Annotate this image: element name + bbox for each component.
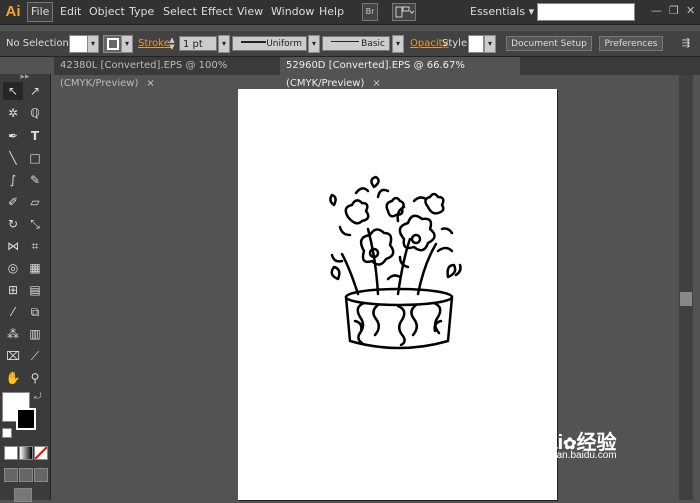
stroke-dropdown-icon[interactable]: ▾ bbox=[121, 35, 133, 53]
rectangle-tool-icon[interactable]: □ bbox=[25, 149, 45, 167]
fill-color-swatch[interactable] bbox=[69, 35, 89, 53]
line-tool-icon[interactable]: ╲ bbox=[3, 149, 23, 167]
eraser-tool-icon[interactable]: ▱ bbox=[25, 193, 45, 211]
blend-tool-icon[interactable]: ⧉ bbox=[25, 303, 45, 321]
none-mode-icon[interactable] bbox=[34, 446, 48, 460]
stroke-color-swatch[interactable] bbox=[103, 35, 123, 53]
document-tab-bar: 42380L [Converted].EPS @ 100% (CMYK/Prev… bbox=[54, 57, 700, 89]
stroke-weight-dropdown-icon[interactable]: ▾ bbox=[218, 35, 230, 53]
draw-inside-icon[interactable] bbox=[34, 468, 48, 482]
workspace-switcher[interactable]: Essentials ▾ bbox=[470, 0, 534, 24]
vertical-scrollbar[interactable] bbox=[679, 75, 693, 500]
paintbrush-tool-icon[interactable]: ∫ bbox=[3, 171, 23, 189]
swap-fill-stroke-icon[interactable]: ⤾ bbox=[34, 392, 42, 402]
close-icon[interactable]: × bbox=[146, 78, 154, 89]
document-setup-button[interactable]: Document Setup bbox=[506, 36, 592, 51]
menu-effect[interactable]: Effect bbox=[201, 0, 233, 24]
style-swatch[interactable] bbox=[468, 35, 484, 53]
stroke-weight-field[interactable]: 1 pt bbox=[179, 36, 217, 51]
menu-view[interactable]: View bbox=[237, 0, 263, 24]
color-mode-icon[interactable] bbox=[4, 446, 18, 460]
artboard-tool-icon[interactable]: ⌧ bbox=[3, 347, 23, 365]
direct-selection-tool-icon[interactable]: ↗ bbox=[25, 82, 45, 100]
menu-select[interactable]: Select bbox=[163, 0, 197, 24]
slice-tool-icon[interactable]: ⟋ bbox=[25, 347, 45, 365]
chevron-down-icon: ▾ bbox=[528, 5, 535, 18]
brush-definition[interactable]: Basic bbox=[322, 36, 390, 51]
variable-width-profile[interactable]: Uniform bbox=[232, 36, 307, 51]
selection-status: No Selection bbox=[6, 38, 69, 49]
scale-tool-icon[interactable]: ⤡ bbox=[25, 215, 45, 233]
restore-icon[interactable]: ❐ bbox=[669, 4, 679, 17]
artboard[interactable] bbox=[238, 89, 557, 500]
tab-document-2[interactable]: 52960D [Converted].EPS @ 66.67% (CMYK/Pr… bbox=[280, 57, 520, 89]
draw-normal-icon[interactable] bbox=[4, 468, 18, 482]
app-logo: Ai bbox=[5, 3, 21, 20]
menu-bar: Ai File Edit Object Type Select Effect V… bbox=[0, 0, 700, 25]
gradient-mode-icon[interactable] bbox=[19, 446, 33, 460]
width-tool-icon[interactable]: ⋈ bbox=[3, 237, 23, 255]
free-transform-tool-icon[interactable]: ⌗ bbox=[25, 237, 45, 255]
control-bar: No Selection ▾ ▾ Stroke: ▲ ▼ 1 pt ▾ Unifo… bbox=[0, 30, 700, 57]
fill-dropdown-icon[interactable]: ▾ bbox=[87, 35, 99, 53]
watermark-url: jingyan.baidu.com bbox=[536, 450, 617, 461]
selection-tool-icon[interactable]: ↖ bbox=[3, 82, 23, 100]
menu-help[interactable]: Help bbox=[319, 0, 344, 24]
shape-builder-tool-icon[interactable]: ◎ bbox=[3, 259, 23, 277]
brush-basic-label: Basic bbox=[361, 39, 385, 49]
magic-wand-tool-icon[interactable]: ✲ bbox=[3, 104, 23, 122]
style-dropdown-icon[interactable]: ▾ bbox=[484, 35, 496, 53]
menu-type[interactable]: Type bbox=[129, 0, 154, 24]
pencil-tool-icon[interactable]: ✎ bbox=[25, 171, 45, 189]
stroke-weight-stepper[interactable]: ▲ ▼ bbox=[167, 37, 177, 51]
type-tool-icon[interactable]: T bbox=[25, 127, 45, 145]
scrollbar-thumb[interactable] bbox=[680, 292, 692, 306]
profile-dropdown-icon[interactable]: ▾ bbox=[308, 35, 320, 53]
eyedropper-tool-icon[interactable]: ⁄ bbox=[3, 303, 23, 321]
perspective-grid-tool-icon[interactable]: ▦ bbox=[25, 259, 45, 277]
brush-dropdown-icon[interactable]: ▾ bbox=[392, 35, 404, 53]
tab-document-1[interactable]: 42380L [Converted].EPS @ 100% (CMYK/Prev… bbox=[54, 57, 278, 89]
tools-panel: ▸▸ ↖ ↗ ✲ ℚ ✒ T ╲ □ ∫ ✎ ✐ ▱ ↻ ⤡ ⋈ ⌗ ◎ ▦ ⊞… bbox=[0, 72, 51, 502]
zoom-tool-icon[interactable]: ⚲ bbox=[25, 369, 45, 387]
close-icon[interactable]: ✕ bbox=[686, 4, 695, 17]
brush-line bbox=[331, 41, 359, 42]
minimize-icon[interactable]: — bbox=[651, 4, 662, 17]
tab-label: 42380L [Converted].EPS @ 100% (CMYK/Prev… bbox=[60, 60, 228, 89]
search-input[interactable] bbox=[537, 3, 635, 21]
column-graph-tool-icon[interactable]: ▥ bbox=[25, 325, 45, 343]
hand-tool-icon[interactable]: ✋ bbox=[3, 369, 23, 387]
symbol-sprayer-tool-icon[interactable]: ⁂ bbox=[3, 325, 23, 343]
menu-edit[interactable]: Edit bbox=[60, 0, 81, 24]
profile-line bbox=[241, 41, 266, 43]
baidu-watermark: Bai✿经验 jingyan.baidu.com bbox=[532, 422, 662, 466]
gradient-tool-icon[interactable]: ▤ bbox=[25, 281, 45, 299]
stroke-color-box[interactable] bbox=[16, 408, 36, 430]
default-colors-icon[interactable] bbox=[2, 428, 12, 438]
lasso-tool-icon[interactable]: ℚ bbox=[25, 104, 45, 122]
pen-tool-icon[interactable]: ✒ bbox=[3, 127, 23, 145]
arrange-documents-icon[interactable] bbox=[392, 3, 416, 21]
close-icon[interactable]: × bbox=[372, 78, 380, 89]
menu-window[interactable]: Window bbox=[271, 0, 314, 24]
bridge-icon[interactable]: Br bbox=[362, 3, 378, 21]
draw-behind-icon[interactable] bbox=[19, 468, 33, 482]
menu-file[interactable]: File bbox=[27, 2, 54, 22]
mesh-tool-icon[interactable]: ⊞ bbox=[3, 281, 23, 299]
blob-brush-tool-icon[interactable]: ✐ bbox=[3, 193, 23, 211]
workspace-label: Essentials bbox=[470, 5, 526, 18]
preferences-button[interactable]: Preferences bbox=[599, 36, 663, 51]
menu-object[interactable]: Object bbox=[89, 0, 125, 24]
flower-pot-illustration bbox=[329, 175, 462, 350]
arrange-icon[interactable]: ⇶ bbox=[676, 35, 696, 53]
rotate-tool-icon[interactable]: ↻ bbox=[3, 215, 23, 233]
style-label: Style: bbox=[442, 38, 471, 49]
profile-uniform-label: Uniform bbox=[266, 39, 302, 49]
